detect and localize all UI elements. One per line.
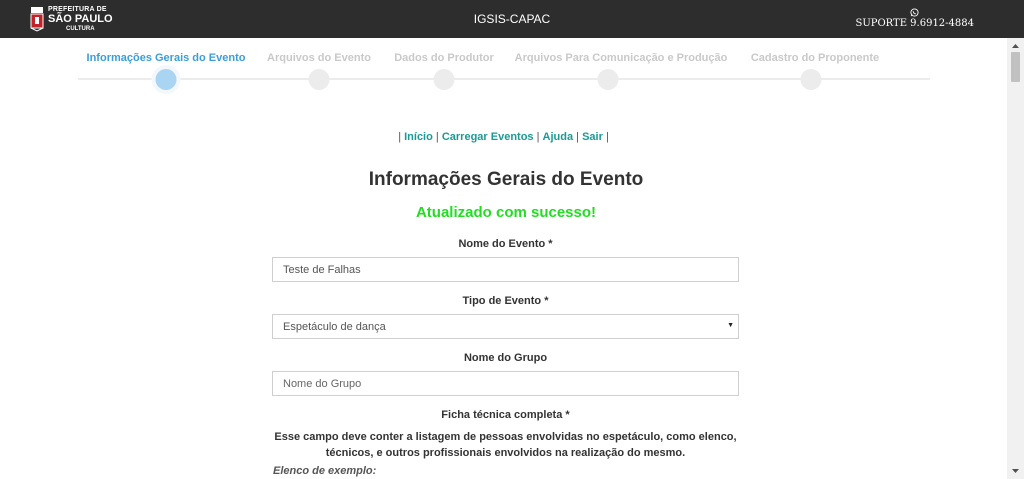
page-title: Informações Gerais do Evento <box>368 169 644 190</box>
step-label: Arquivos Para Comunicação e Produção <box>514 52 728 64</box>
top-bar: PREFEITURA DE SÃO PAULO CULTURA IGSIS-CA… <box>0 0 1024 38</box>
caret-down-icon: ▼ <box>727 322 734 329</box>
nav-links: | Início | Carregar Eventos | Ajuda | Sa… <box>0 131 1007 143</box>
ficha-tecnica-help-line2: técnicos, e outros profissionais envolvi… <box>325 447 686 459</box>
nome-evento-label: Nome do Evento * <box>458 238 553 250</box>
step-dot <box>800 69 822 90</box>
nav-separator: | <box>536 131 540 143</box>
logo-line3: CULTURA <box>66 26 95 32</box>
nav-carregar-eventos-link[interactable]: Carregar Eventos <box>442 131 534 143</box>
step-label: Informações Gerais do Evento <box>86 52 246 64</box>
nav-separator: | <box>435 131 439 143</box>
vertical-scrollbar[interactable] <box>1007 38 1024 479</box>
scroll-down-arrow-icon[interactable] <box>1007 462 1024 479</box>
step-dot <box>597 69 619 90</box>
step-dot-active <box>155 69 177 90</box>
nav-inicio-link[interactable]: Início <box>404 131 433 143</box>
tipo-evento-select[interactable]: Espetáculo de dança ▼ <box>272 314 739 339</box>
ficha-tecnica-label: Ficha técnica completa * <box>441 409 570 421</box>
ficha-tecnica-help-line1: Esse campo deve conter a listagem de pes… <box>274 431 737 443</box>
tipo-evento-label: Tipo de Evento * <box>462 295 549 307</box>
nav-separator: | <box>605 131 609 143</box>
wizard-steps: Informações Gerais do Evento Arquivos do… <box>0 38 1007 98</box>
support-phone: SUPORTE 9.6912-4884 <box>855 18 974 29</box>
nav-separator: | <box>398 131 402 143</box>
nav-separator: | <box>576 131 580 143</box>
elenco-exemplo-label: Elenco de exemplo: <box>273 465 377 477</box>
support-contact: SUPORTE 9.6912-4884 <box>855 8 974 29</box>
nome-grupo-input[interactable] <box>272 371 739 396</box>
scroll-thumb[interactable] <box>1011 52 1020 82</box>
whatsapp-icon <box>910 8 919 17</box>
step-dot <box>308 69 330 90</box>
nome-grupo-label: Nome do Grupo <box>463 352 548 364</box>
step-dot <box>433 69 455 90</box>
success-message: Atualizado com sucesso! <box>415 204 597 221</box>
nav-sair-link[interactable]: Sair <box>582 131 603 143</box>
tipo-evento-value: Espetáculo de dança <box>283 321 386 333</box>
nav-ajuda-link[interactable]: Ajuda <box>543 131 574 143</box>
step-label: Dados do Produtor <box>394 52 494 64</box>
nome-evento-input[interactable] <box>272 257 739 282</box>
step-label: Arquivos do Evento <box>267 52 371 64</box>
step-label: Cadastro do Proponente <box>750 52 880 64</box>
